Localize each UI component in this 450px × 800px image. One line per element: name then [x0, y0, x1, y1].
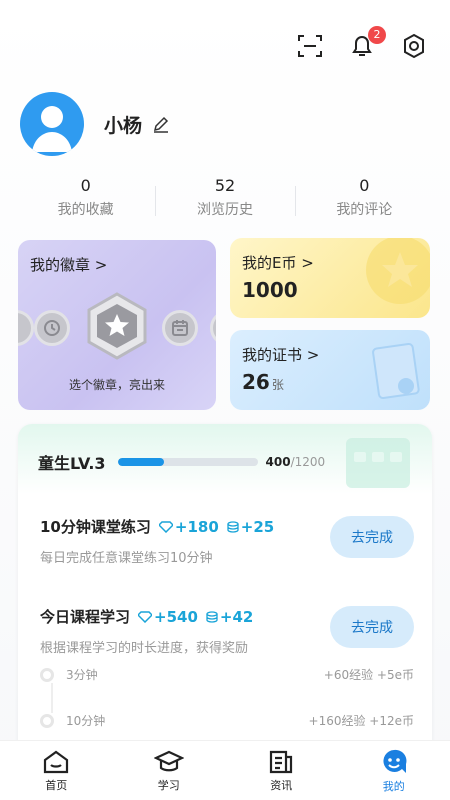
- exp-value: +540: [154, 607, 198, 626]
- level-header: 童生LV.3 400/1200: [38, 450, 325, 474]
- progress-step: 3分钟 +60经验 +5e币: [40, 666, 414, 683]
- coin-stack-icon: [206, 610, 218, 623]
- coin-value: +42: [219, 607, 254, 626]
- stat-comments[interactable]: 0 我的评论: [294, 176, 434, 219]
- exp-reward: +540: [138, 608, 198, 626]
- coin-decoration-icon: [366, 238, 430, 304]
- stat-value: 0: [80, 176, 91, 195]
- task-item: 10分钟课堂练习 +180 +25 每日完成任意课堂练习10分钟 去完成: [40, 516, 414, 566]
- notification-count-badge: 2: [368, 26, 386, 44]
- step-label: 3分钟: [66, 668, 98, 682]
- coin-reward: +25: [227, 518, 274, 536]
- level-total: /1200: [290, 455, 326, 469]
- nav-news[interactable]: 资讯: [225, 741, 338, 800]
- certificate-count: 26 张: [242, 370, 284, 394]
- certificate-value: 26: [242, 370, 270, 394]
- task-complete-button[interactable]: 去完成: [330, 516, 414, 558]
- ecoin-card-title: 我的E币 >: [242, 254, 314, 272]
- badge-carousel[interactable]: [18, 292, 216, 362]
- header-actions: 2: [296, 26, 428, 60]
- nav-mine[interactable]: 我的: [338, 741, 450, 800]
- stat-label: 我的评论: [336, 202, 393, 218]
- stat-label: 我的收藏: [57, 202, 114, 218]
- nav-label: 首页: [45, 778, 68, 792]
- notification-bell-icon[interactable]: 2: [348, 26, 386, 60]
- badge-medal-icon: [18, 310, 34, 346]
- exp-reward: +180: [158, 517, 219, 536]
- ecoin-value: 1000: [242, 278, 298, 302]
- graduation-cap-icon: [153, 750, 184, 771]
- stat-history[interactable]: 52 浏览历史: [155, 176, 294, 219]
- task-title: 今日课程学习: [40, 608, 131, 626]
- certificate-card[interactable]: 我的证书 > 26 张: [230, 330, 430, 410]
- calendar-decoration-icon: [346, 438, 410, 488]
- certificate-card-title: 我的证书 >: [242, 346, 320, 364]
- nav-label: 资讯: [270, 778, 293, 792]
- badges-hint: 选个徽章，亮出来: [68, 378, 165, 392]
- nav-home[interactable]: 首页: [0, 741, 113, 800]
- news-icon: [270, 750, 293, 773]
- step-dot: [40, 713, 54, 728]
- level-progress-fill: [117, 458, 165, 466]
- settings-gear-icon[interactable]: [400, 32, 428, 60]
- calendar-badge-icon: [162, 310, 198, 346]
- nav-study[interactable]: 学习: [113, 741, 226, 800]
- edit-name-icon[interactable]: [152, 115, 170, 133]
- nav-label: 我的: [382, 779, 405, 793]
- coin-stack-icon: [227, 520, 239, 533]
- step-reward: +160经验 +12e币: [308, 714, 414, 728]
- nav-label: 学习: [157, 778, 180, 792]
- coin-reward: +42: [206, 608, 253, 626]
- badges-card[interactable]: 我的徽章 > 选个徽章，亮出来: [18, 240, 216, 410]
- task-title: 10分钟课堂练习: [40, 518, 151, 536]
- step-label: 10分钟: [66, 714, 106, 728]
- task-complete-button[interactable]: 去完成: [330, 606, 414, 648]
- diamond-icon: [158, 520, 173, 533]
- avatar[interactable]: [20, 92, 84, 156]
- step-reward: +60经验 +5e币: [323, 668, 414, 682]
- scan-icon[interactable]: [296, 32, 324, 60]
- level-name: 童生LV.3: [38, 454, 106, 473]
- clock-badge-icon: [34, 310, 70, 346]
- step-dot: [40, 667, 54, 682]
- diamond-icon: [138, 610, 153, 623]
- home-icon: [44, 750, 69, 773]
- coin-value: +25: [240, 517, 275, 536]
- task-item: 今日课程学习 +540 +42 根据课程学习的时长进度，获得奖励 去完成: [40, 606, 414, 656]
- level-current: 400: [265, 455, 291, 469]
- progress-step: 10分钟 +160经验 +12e币: [40, 712, 414, 729]
- profile-header: 小杨: [20, 92, 170, 156]
- username: 小杨: [104, 114, 143, 137]
- ecoin-card[interactable]: 我的E币 > 1000: [230, 238, 430, 318]
- level-progress-bar: [117, 458, 258, 466]
- level-progress-text: 400/1200: [266, 455, 326, 469]
- certificate-decoration-icon: [372, 342, 420, 400]
- exp-value: +180: [174, 517, 219, 536]
- badges-card-title: 我的徽章 >: [30, 256, 108, 274]
- bottom-navigation: 首页 学习 资讯 我的: [0, 740, 450, 800]
- star-badge-icon: [86, 292, 148, 360]
- profile-face-icon: [383, 749, 407, 773]
- stat-favorites[interactable]: 0 我的收藏: [16, 176, 155, 219]
- stats-row: 0 我的收藏 52 浏览历史 0 我的评论: [16, 176, 434, 219]
- step-connector: [51, 683, 53, 713]
- badge-medal-icon: [210, 310, 216, 346]
- certificate-unit: 张: [271, 378, 284, 392]
- stat-value: 52: [214, 176, 236, 195]
- stat-value: 0: [359, 176, 370, 195]
- stat-label: 浏览历史: [196, 202, 253, 218]
